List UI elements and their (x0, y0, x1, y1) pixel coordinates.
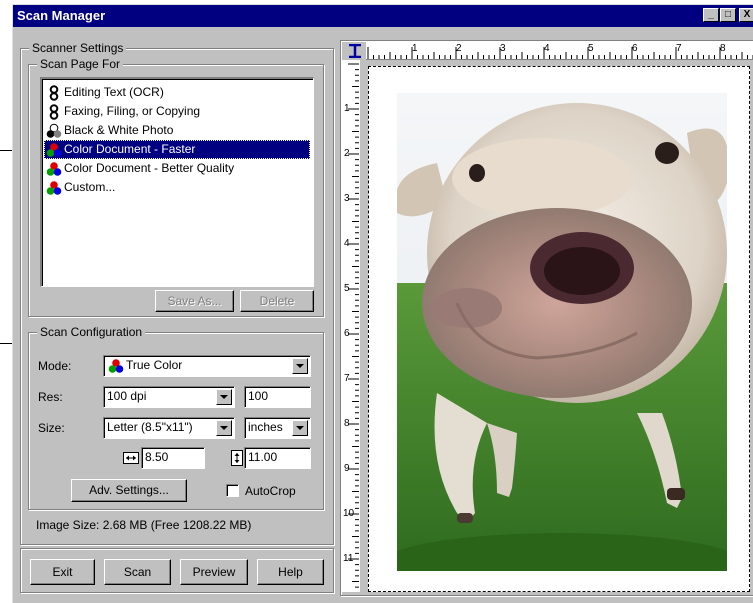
list-item-editing-text[interactable]: Editing Text (OCR) (44, 83, 310, 102)
width-arrows-icon (123, 452, 139, 464)
ruler-h-label: 8 (720, 43, 726, 54)
adv-settings-label: Adv. Settings... (89, 483, 169, 497)
ruler-v-label: 5 (344, 283, 350, 294)
color-doc-quality-icon (46, 162, 62, 176)
chevron-down-icon[interactable] (292, 420, 308, 436)
help-button[interactable]: Help (257, 559, 324, 585)
fax-copy-icon (49, 104, 59, 120)
scan-label: Scan (123, 565, 152, 579)
ocr-text-icon (49, 85, 59, 101)
mode-label: Mode: (38, 359, 72, 373)
vertical-ruler: 1 2 3 4 5 6 7 8 9 10 11 (342, 60, 360, 592)
scanned-cow-photo (397, 93, 727, 571)
scan-page-for-legend: Scan Page For (37, 57, 124, 71)
list-item-faxing[interactable]: Faxing, Filing, or Copying (44, 102, 310, 121)
ruler-h-label: 3 (500, 43, 506, 54)
image-size-status: Image Size: 2.68 MB (Free 1208.22 MB) (36, 518, 252, 532)
color-doc-fast-icon (46, 143, 62, 157)
exit-label: Exit (52, 565, 73, 579)
ruler-h-label: 5 (588, 43, 594, 54)
ruler-v-label: 11 (343, 553, 354, 564)
list-item-label: Faxing, Filing, or Copying (64, 104, 201, 118)
width-input[interactable]: 8.50 (141, 447, 205, 469)
ruler-v-label: 9 (344, 463, 350, 474)
preview-page[interactable] (368, 66, 750, 592)
list-item-color-quality[interactable]: Color Document - Better Quality (44, 159, 310, 178)
ruler-v-label: 7 (344, 373, 350, 384)
chevron-down-icon[interactable] (216, 420, 232, 436)
res-label: Res: (38, 390, 63, 404)
res-select[interactable]: 100 dpi (103, 386, 235, 408)
list-item-bw-photo[interactable]: Black & White Photo (44, 121, 310, 140)
ruler-v-label: 4 (344, 238, 350, 249)
mode-select[interactable]: True Color (103, 355, 311, 377)
window-title: Scan Manager (17, 8, 106, 23)
res-value: 100 dpi (107, 389, 147, 403)
unit-select[interactable]: inches (244, 417, 311, 439)
ruler-h-label: 4 (544, 43, 550, 54)
res-custom-input[interactable]: 100 (244, 386, 311, 408)
chevron-down-icon[interactable] (292, 358, 308, 374)
ruler-v-label: 8 (344, 418, 350, 429)
ruler-h-label: 7 (676, 43, 682, 54)
chevron-down-icon[interactable] (216, 389, 232, 405)
size-select[interactable]: Letter (8.5"x11") (103, 417, 235, 439)
height-input[interactable]: 11.00 (244, 447, 311, 469)
list-item-label: Custom... (64, 180, 116, 194)
true-color-icon (108, 359, 124, 373)
scanner-settings-legend: Scanner Settings (29, 41, 127, 55)
ruler-h-label: 6 (632, 43, 638, 54)
preview-label: Preview (192, 565, 236, 579)
horizontal-ruler-ticks (367, 47, 753, 59)
ruler-v-label: 10 (343, 508, 355, 519)
list-item-label: Editing Text (OCR) (64, 85, 164, 99)
scan-configuration-legend: Scan Configuration (37, 325, 146, 339)
ruler-v-label: 3 (344, 193, 350, 204)
ruler-h-label: 1 (412, 43, 418, 54)
scan-page-for-list[interactable]: Editing Text (OCR) Faxing, Filing, or Co… (40, 77, 314, 287)
exit-button[interactable]: Exit (30, 559, 95, 585)
list-item-label: Color Document - Better Quality (64, 161, 235, 175)
autocrop-checkbox[interactable] (226, 484, 239, 497)
ruler-v-label: 1 (344, 103, 350, 114)
list-item-color-fast[interactable]: Color Document - Faster (44, 140, 310, 159)
size-label: Size: (38, 421, 65, 435)
adv-settings-button[interactable]: Adv. Settings... (71, 479, 187, 502)
ibeam-unit-icon[interactable] (348, 44, 362, 58)
res-custom-value: 100 (248, 389, 269, 403)
list-item-custom[interactable]: Custom... (44, 178, 310, 197)
bw-photo-icon (46, 123, 62, 138)
mode-value: True Color (126, 358, 183, 372)
autocrop-label[interactable]: AutoCrop (245, 484, 296, 498)
ruler-h-label: 2 (456, 43, 462, 54)
ruler-v-label: 6 (344, 328, 350, 339)
list-item-label: Black & White Photo (64, 123, 174, 137)
save-as-button[interactable]: Save As... (155, 290, 234, 312)
ruler-v-label: 2 (344, 148, 350, 159)
horizontal-ruler: 1 2 3 4 5 6 7 8 (366, 42, 753, 60)
maximize-button[interactable]: □ (720, 8, 736, 22)
help-label: Help (278, 565, 303, 579)
height-value: 11.00 (248, 450, 278, 464)
custom-icon (46, 181, 62, 195)
unit-value: inches (248, 420, 283, 434)
preview-button[interactable]: Preview (180, 559, 248, 585)
list-item-label: Color Document - Faster (64, 142, 196, 156)
delete-label: Delete (259, 294, 295, 308)
height-arrows-icon (231, 450, 243, 466)
save-as-label: Save As... (167, 294, 222, 308)
minimize-button[interactable]: _ (703, 8, 719, 22)
title-bar: Scan Manager _ □ X (13, 5, 753, 27)
close-button[interactable]: X (739, 8, 753, 22)
scan-button[interactable]: Scan (104, 559, 171, 585)
size-value: Letter (8.5"x11") (107, 420, 193, 434)
delete-button[interactable]: Delete (240, 290, 314, 312)
ruler-corner[interactable] (342, 42, 366, 60)
width-value: 8.50 (145, 450, 169, 464)
